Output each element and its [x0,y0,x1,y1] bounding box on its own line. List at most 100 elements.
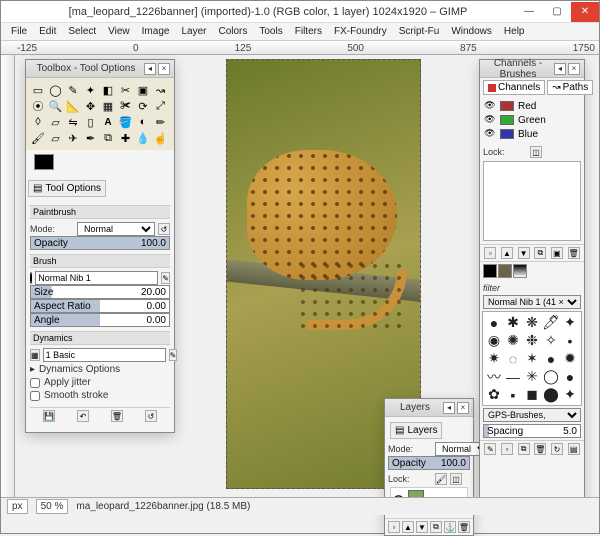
brush-preset[interactable]: ● [485,314,503,331]
window-maximize-button[interactable]: ▢ [543,2,571,22]
dynamics-edit-icon[interactable]: ✎ [169,349,178,361]
brush-preset[interactable]: ✿ [485,386,503,403]
to-selection-icon[interactable]: ▣ [551,247,563,259]
new-brush-icon[interactable]: ▫ [501,443,513,455]
panel-menu-icon[interactable]: ◂ [554,63,566,75]
save-options-icon[interactable]: 💾 [43,410,55,422]
aspect-ratio-slider[interactable]: Aspect Ratio 0.00 [30,299,170,313]
delete-brush-icon[interactable]: 🗑 [534,443,546,455]
open-as-image-icon[interactable]: ▤ [568,443,580,455]
tool-ellipse-select[interactable]: ◯ [48,82,64,98]
tool-zoom[interactable]: 🔍 [48,98,64,114]
edit-brush-icon[interactable]: ✎ [484,443,496,455]
brush-preset[interactable]: 〰 [485,368,503,385]
tool-airbrush[interactable]: ✈ [65,130,81,146]
palette-swatch[interactable] [498,264,512,278]
new-layer-icon[interactable]: ▫ [388,521,400,533]
channel-blue[interactable]: Blue [482,127,582,141]
menu-edit[interactable]: Edit [33,25,62,38]
spacing-slider[interactable]: Spacing 5.0 [483,424,581,438]
brush-preset[interactable]: ❋ [523,314,541,331]
menu-image[interactable]: Image [136,25,176,38]
menu-layer[interactable]: Layer [175,25,212,38]
brush-preset[interactable]: ● [542,350,560,367]
tool-scissors[interactable]: ✂ [118,82,134,98]
tool-heal[interactable]: ✚ [118,130,134,146]
raise-layer-icon[interactable]: ▲ [402,521,414,533]
tool-rect-select[interactable]: ▭ [30,82,46,98]
brush-set-select[interactable]: GPS-Brushes, [483,408,581,422]
brush-preset[interactable]: ✺ [504,332,522,349]
tool-shear[interactable]: ◊ [30,114,46,130]
brush-preset[interactable]: ● [561,368,579,385]
delete-options-icon[interactable]: 🗑 [111,410,123,422]
palette-swatch[interactable] [483,264,497,278]
new-channel-icon[interactable]: ▫ [484,247,496,259]
delete-layer-icon[interactable]: 🗑 [458,521,470,533]
tool-crop[interactable]: ✀ [118,98,134,114]
tool-paintbrush[interactable]: 🖌 [30,130,46,146]
tool-fuzzy-select[interactable]: ✦ [83,82,99,98]
brush-preset[interactable]: ✧ [542,332,560,349]
panel-menu-icon[interactable]: ◂ [443,402,455,414]
brush-preset[interactable]: ◯ [542,368,560,385]
tool-pencil[interactable]: ✏ [153,114,169,130]
menu-select[interactable]: Select [62,25,102,38]
channel-red[interactable]: Red [482,99,582,113]
unit-select[interactable]: px [7,499,28,514]
brush-preset[interactable]: ◌ [504,350,522,367]
brush-preset[interactable]: • [561,332,579,349]
brush-name-field[interactable] [35,271,158,285]
brush-preset[interactable]: ▪ [504,386,522,403]
brush-preset[interactable]: 🖊 [542,314,560,331]
menu-tools[interactable]: Tools [253,25,288,38]
brush-preset[interactable]: ✷ [485,350,503,367]
mode-reset-icon[interactable]: ↺ [158,223,170,235]
brush-preset[interactable]: ❉ [523,332,541,349]
dynamics-icon[interactable]: ▦ [30,349,40,361]
panel-close-icon[interactable]: × [568,63,580,75]
layers-tab[interactable]: ▤Layers [390,422,442,439]
expand-icon[interactable]: ▸ [30,364,35,375]
tool-blur[interactable]: 💧 [135,130,151,146]
menu-help[interactable]: Help [498,25,531,38]
opacity-slider[interactable]: Opacity 100.0 [30,236,170,250]
tool-rotate[interactable]: ⟳ [135,98,151,114]
panel-close-icon[interactable]: × [158,63,170,75]
raise-channel-icon[interactable]: ▲ [501,247,513,259]
smooth-stroke-checkbox[interactable] [30,391,40,401]
menu-colors[interactable]: Colors [212,25,253,38]
duplicate-brush-icon[interactable]: ⧉ [518,443,530,455]
menu-file[interactable]: File [5,25,33,38]
tool-paths[interactable]: ↝ [153,82,169,98]
tool-perspective[interactable]: ▱ [48,114,64,130]
brush-preset[interactable]: ✦ [561,386,579,403]
tool-align[interactable]: ▦ [100,98,116,114]
anchor-layer-icon[interactable]: ⚓ [444,521,456,533]
lower-channel-icon[interactable]: ▼ [518,247,530,259]
brush-preset[interactable]: ✶ [523,350,541,367]
channels-tab[interactable]: Channels [483,80,545,95]
foreground-color-swatch[interactable] [34,154,54,170]
angle-slider[interactable]: Angle 0.00 [30,313,170,327]
duplicate-layer-icon[interactable]: ⧉ [430,521,442,533]
dynamics-options-label[interactable]: Dynamics Options [39,364,120,375]
tool-move[interactable]: ✥ [83,98,99,114]
tool-smudge[interactable]: ☝ [153,130,169,146]
dynamics-field[interactable] [43,348,166,362]
tool-clone[interactable]: ⧉ [100,130,116,146]
brush-preset[interactable]: ◉ [485,332,503,349]
brush-preset[interactable]: ✱ [504,314,522,331]
duplicate-channel-icon[interactable]: ⧉ [534,247,546,259]
tool-cage[interactable]: ▯ [83,114,99,130]
menu-fx-foundry[interactable]: FX-Foundry [328,25,393,38]
menu-view[interactable]: View [102,25,136,38]
tool-eraser[interactable]: ▱ [48,130,64,146]
panel-menu-icon[interactable]: ◂ [144,63,156,75]
channel-lock-icon[interactable]: ◫ [530,146,542,158]
size-slider[interactable]: Size 20.00 [30,285,170,299]
tool-free-select[interactable]: ✎ [65,82,81,98]
tool-ink[interactable]: ✒ [83,130,99,146]
brush-preset[interactable]: ⬤ [542,386,560,403]
layer-opacity-slider[interactable]: Opacity 100.0 [388,456,470,470]
